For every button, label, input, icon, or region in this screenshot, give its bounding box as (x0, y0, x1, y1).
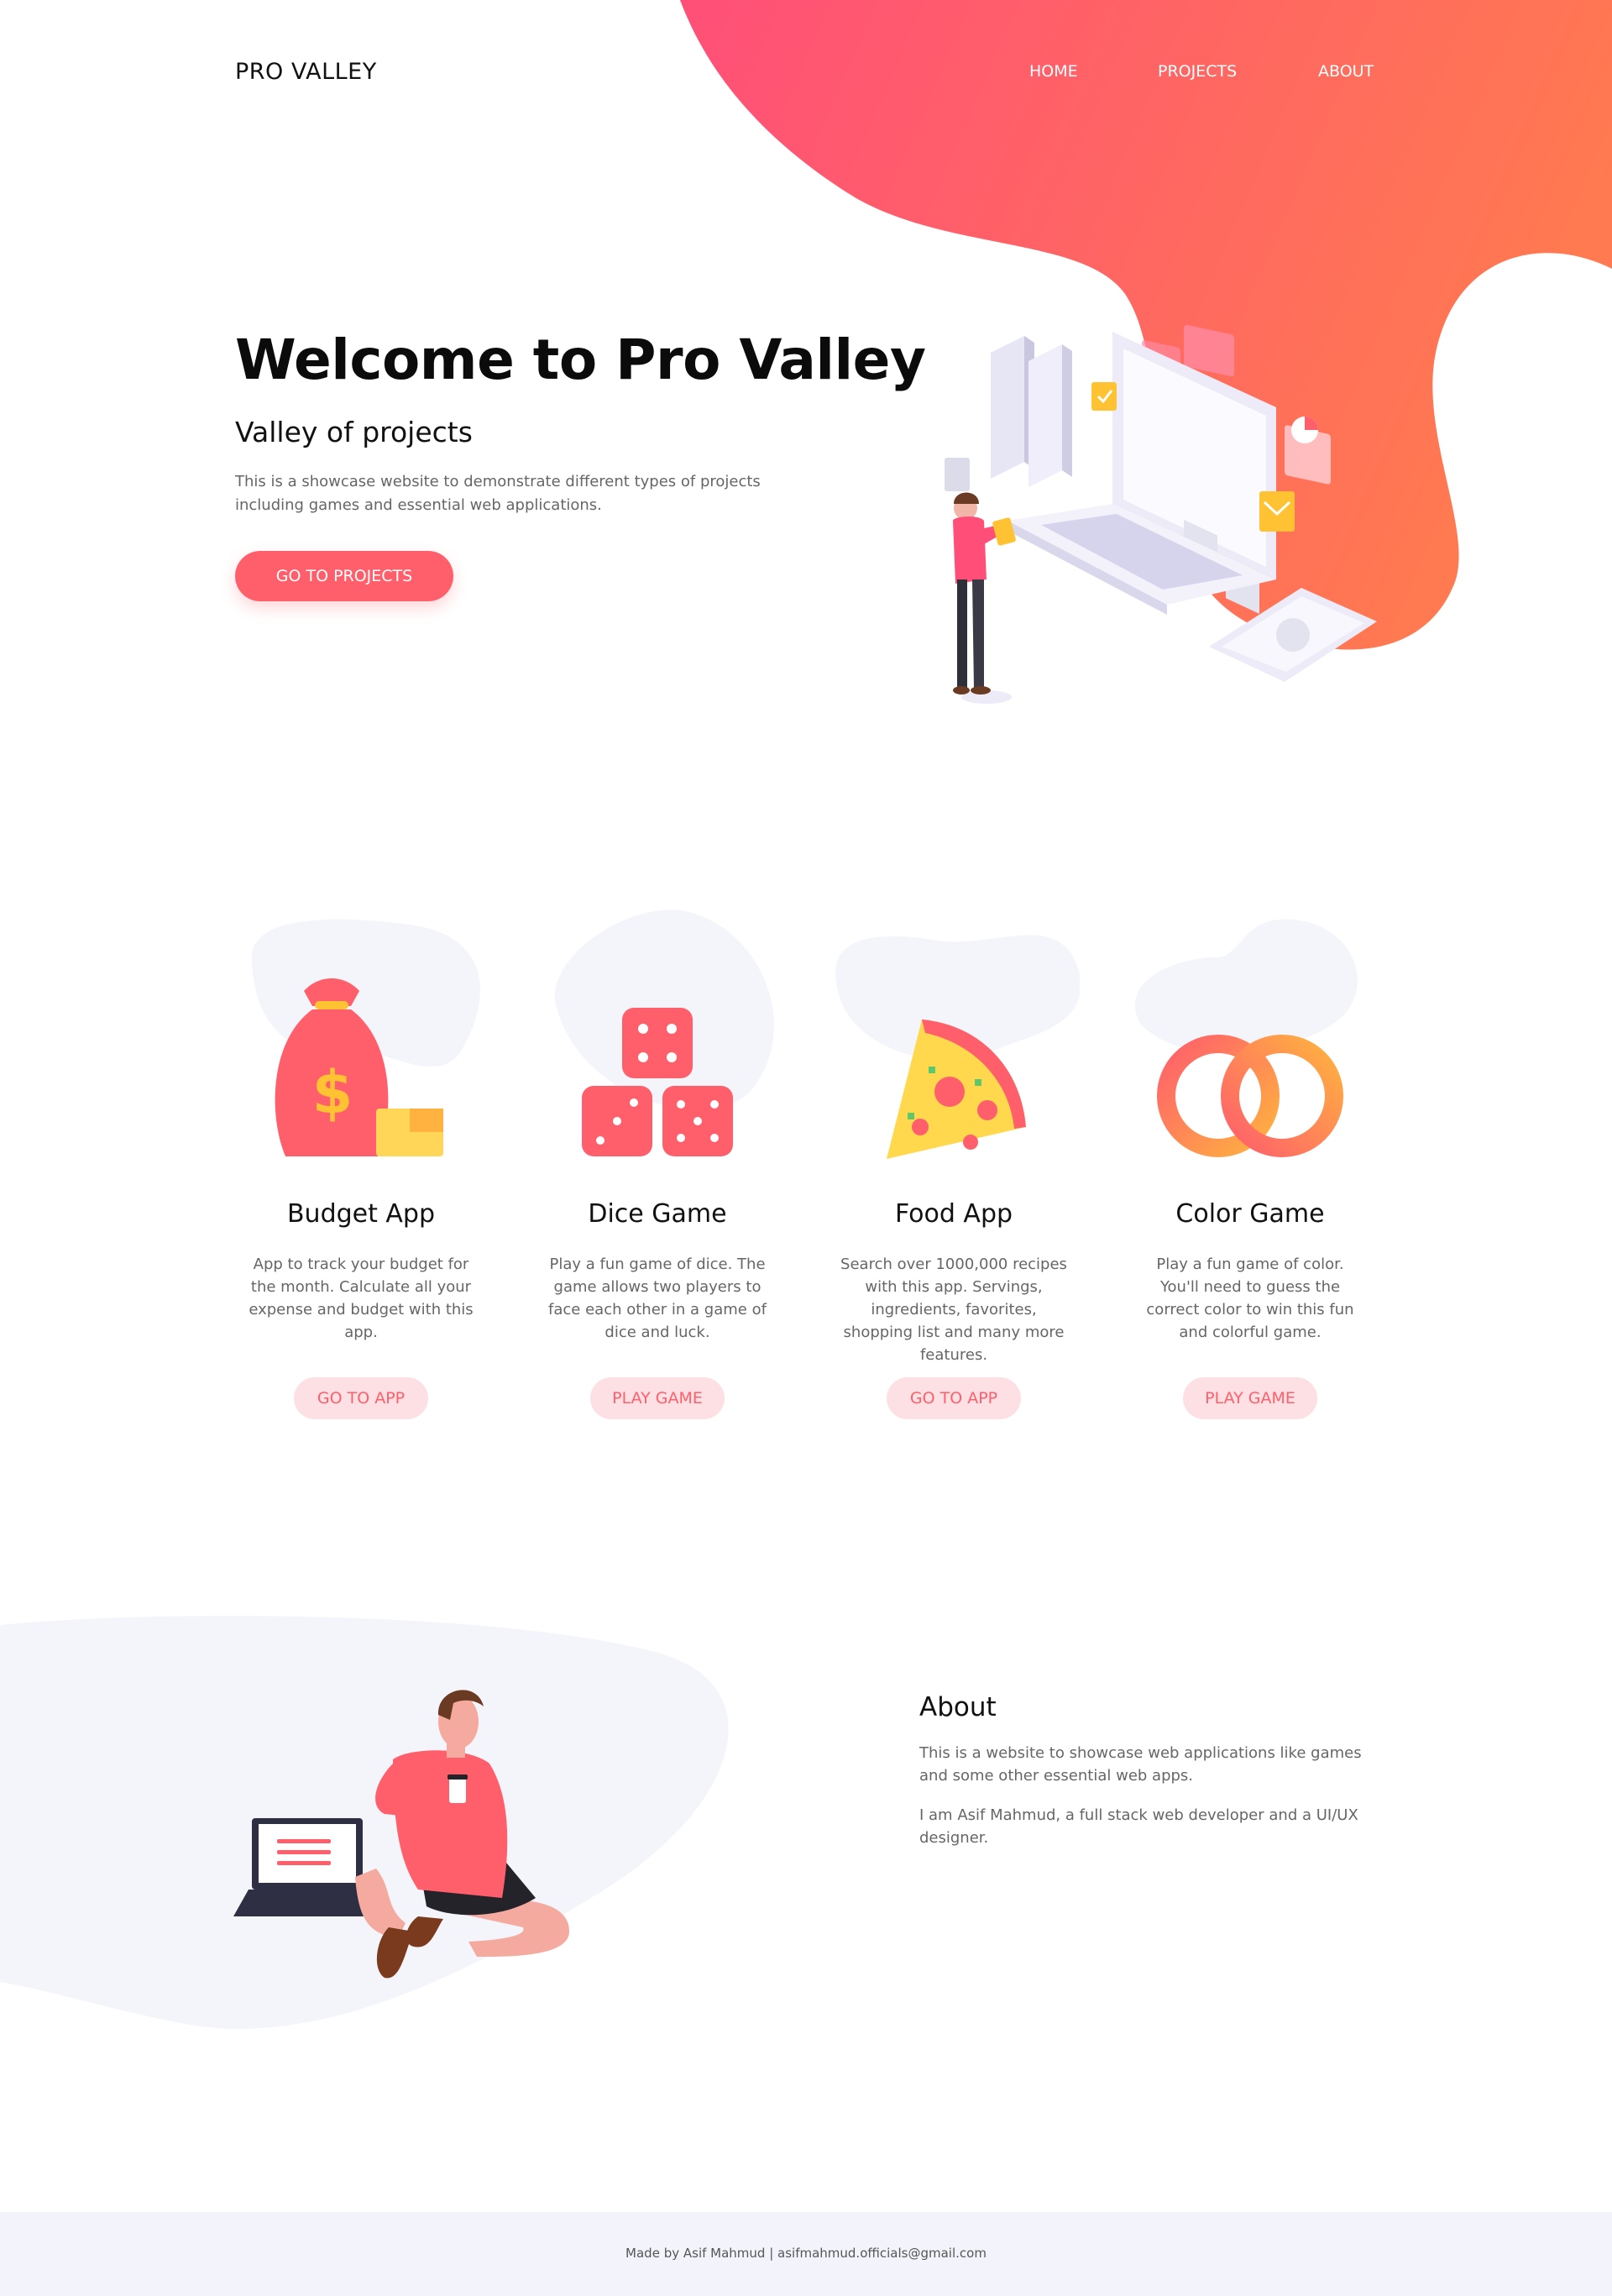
play-game-button[interactable]: PLAY GAME (1183, 1377, 1317, 1419)
about-paragraph-2: I am Asif Mahmud, a full stack web devel… (919, 1806, 1358, 1847)
color-rings-icon (1134, 919, 1358, 1157)
card-description: Play a fun game of dice. The game allows… (548, 1255, 767, 1341)
project-card-food-app: Food App Search over 1000,000 recipes wi… (828, 907, 1080, 1419)
project-card-color-game: Color Game Play a fun game of color. You… (1124, 907, 1376, 1419)
dice-icon (554, 909, 774, 1156)
footer-credit: Made by Asif Mahmud | asifmahmud.officia… (625, 2246, 987, 2261)
hero-description: This is a showcase website to demonstrat… (235, 473, 761, 514)
card-title: Dice Game (588, 1199, 727, 1229)
footer: Made by Asif Mahmud | asifmahmud.officia… (0, 2212, 1612, 2296)
site-logo[interactable]: PRO VALLEY (235, 59, 377, 85)
hero-subtitle: Valley of projects (235, 416, 473, 448)
nav-home[interactable]: HOME (1029, 62, 1078, 81)
nav-home-link[interactable]: HOME (1029, 62, 1078, 81)
card-title: Food App (894, 1199, 1013, 1229)
go-to-app-button[interactable]: GO TO APP (294, 1377, 428, 1419)
project-card-budget-app: $ Budget App App to track your budget fo… (235, 907, 487, 1419)
hero-title: Welcome to Pro Valley (235, 328, 926, 392)
card-description: Play a fun game of color. You'll need to… (1146, 1255, 1354, 1341)
play-game-button[interactable]: PLAY GAME (590, 1377, 725, 1419)
pizza-icon (835, 935, 1080, 1159)
nav-about-link[interactable]: ABOUT (1318, 62, 1374, 81)
project-card-dice-game: Dice Game Play a fun game of dice. The g… (531, 907, 783, 1419)
card-title: Color Game (1175, 1199, 1325, 1229)
about-paragraph-1: This is a website to showcase web applic… (919, 1744, 1362, 1785)
person-with-laptop-illustration (233, 1690, 569, 1979)
go-to-projects-button[interactable]: GO TO PROJECTS (235, 551, 453, 601)
card-description: Search over 1000,000 recipes with this a… (840, 1255, 1067, 1364)
about-title: About (919, 1692, 997, 1722)
nav-projects[interactable]: PROJECTS (1158, 62, 1237, 81)
developer-with-laptop-illustration (945, 324, 1377, 704)
card-title: Budget App (286, 1199, 436, 1229)
money-bag-icon: $ (252, 919, 480, 1156)
go-to-app-button[interactable]: GO TO APP (887, 1377, 1021, 1419)
nav-about[interactable]: ABOUT (1318, 62, 1374, 81)
card-description: App to track your budget for the month. … (249, 1255, 474, 1341)
svg-text:$: $ (312, 1058, 353, 1127)
nav-projects-link[interactable]: PROJECTS (1158, 62, 1237, 81)
